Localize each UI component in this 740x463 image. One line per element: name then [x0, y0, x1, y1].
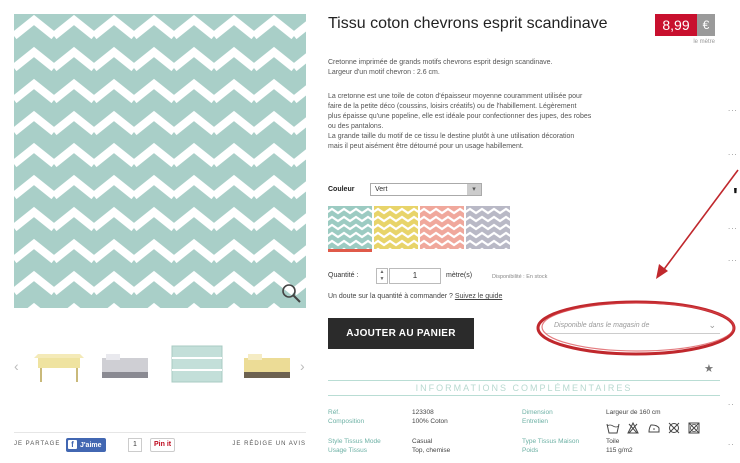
store-availability-select[interactable]: Disponible dans le magasin de ⌄: [546, 318, 720, 334]
store-select-placeholder: Disponible dans le magasin de: [554, 322, 650, 329]
poids-value: 115 g/m2: [606, 447, 633, 454]
desc-long-2: faire de la petite déco (coussins, loisi…: [328, 103, 577, 110]
chevron-down-icon: ⌄: [708, 320, 716, 330]
price-box: 8,99 €: [655, 14, 715, 36]
desc-short-2: Largeur d'un motif chevron : 2.6 cm.: [328, 69, 440, 76]
next-arrow-icon[interactable]: ›: [300, 358, 305, 374]
style-key: Style Tissus Mode: [328, 438, 381, 445]
color-select[interactable]: Vert ▾: [370, 183, 482, 196]
ref-value: 123308: [412, 409, 434, 416]
price-currency: €: [697, 14, 715, 36]
type-value: Toile: [606, 438, 620, 445]
pinterest-button[interactable]: Pin it: [150, 438, 176, 452]
facebook-like-button[interactable]: f J'aime: [66, 438, 106, 452]
quantity-stepper[interactable]: ▲ ▼: [376, 268, 388, 284]
edge-dots: ..: [728, 438, 735, 447]
edge-quote-mark: ': [733, 185, 738, 207]
style-value: Casual: [412, 438, 433, 445]
swatch-green[interactable]: [328, 206, 372, 249]
thumbnail-yellow-bed[interactable]: [238, 344, 296, 384]
quantity-help-text: Un doute sur la quantité à commander ?: [328, 293, 453, 300]
write-review-link[interactable]: JE RÉDIGE UN AVIS: [232, 441, 306, 447]
quantity-input[interactable]: 1: [389, 268, 441, 284]
share-label: JE PARTAGE: [14, 441, 61, 447]
composition-key: Composition: [328, 418, 365, 425]
edge-dots: ...: [728, 222, 738, 231]
swatch-grey[interactable]: [466, 206, 510, 249]
type-key: Type Tissus Maison: [522, 438, 580, 445]
swatch-selected-indicator: [328, 249, 372, 252]
care-icons: [606, 422, 703, 434]
facebook-like-count: 1: [128, 438, 142, 452]
edge-dots: ...: [728, 148, 738, 157]
iron-icon: [648, 424, 660, 433]
desc-long-3: plus épaisse qu'une popeline, elle est i…: [328, 113, 592, 120]
price-unit: le mètre: [693, 39, 715, 45]
star-icon[interactable]: ★: [704, 362, 714, 375]
usage-value: Top, chemise: [412, 447, 451, 454]
dimension-value: Largeur de 160 cm: [606, 409, 661, 416]
product-main-image[interactable]: [14, 14, 306, 308]
edge-dots: ..: [728, 398, 735, 407]
price-value: 8,99: [655, 14, 697, 36]
wash-icon: [606, 423, 620, 434]
dimension-key: Dimension: [522, 409, 553, 416]
quantity-help: Un doute sur la quantité à commander ? S…: [328, 293, 502, 300]
facebook-like-label: J'aime: [80, 442, 102, 449]
stock-status: Disponibilité : En stock: [492, 274, 548, 280]
chevron-down-icon: ▾: [467, 184, 481, 195]
thumbnail-yellow-table[interactable]: [30, 344, 88, 384]
prev-arrow-icon[interactable]: ‹: [14, 358, 19, 374]
zoom-icon[interactable]: [280, 282, 302, 304]
thumbnail-gallery: ‹ ›: [14, 340, 306, 390]
color-select-value: Vert: [375, 186, 388, 193]
quantity-guide-link[interactable]: Suivez le guide: [455, 293, 502, 300]
share-bar: JE PARTAGE f J'aime 1 Pin it JE RÉDIGE UN…: [14, 432, 306, 452]
desc-short-1: Cretonne imprimée de grands motifs chevr…: [328, 59, 553, 66]
swatch-pink[interactable]: [420, 206, 464, 249]
composition-value: 100% Coton: [412, 418, 448, 425]
desc-long-6: mais il peut aisément être détourné pour…: [328, 143, 524, 150]
entretien-key: Entretien: [522, 418, 549, 425]
quantity-label: Quantité :: [328, 272, 359, 279]
edge-dots: ...: [728, 254, 738, 263]
poids-key: Poids: [522, 447, 539, 454]
color-label: Couleur: [328, 186, 355, 193]
edge-dots: ...: [728, 104, 738, 113]
no-bleach-icon: [627, 422, 640, 434]
no-tumble-dry-icon: [688, 422, 700, 434]
product-title: Tissu coton chevrons esprit scandinave: [328, 15, 608, 32]
swatch-yellow[interactable]: [374, 206, 418, 249]
desc-long-1: La cretonne est une toile de coton d'épa…: [328, 93, 583, 100]
desc-long-5: La grande taille du motif de ce tissu le…: [328, 133, 575, 140]
no-dryclean-icon: [669, 422, 680, 434]
thumbnail-grey-bed[interactable]: [96, 344, 154, 384]
thumbnail-folded-fabric[interactable]: [168, 344, 226, 384]
usage-key: Usage Tissus: [328, 447, 368, 454]
desc-long-4: ou des pantalons.: [328, 123, 384, 130]
quantity-unit: mètre(s): [446, 272, 473, 279]
add-to-cart-button[interactable]: AJOUTER AU PANIER: [328, 318, 474, 349]
facebook-icon: f: [68, 440, 77, 449]
info-section-title: INFORMATIONS COMPLÉMENTAIRES: [328, 380, 720, 396]
ref-key: Réf.: [328, 409, 340, 416]
